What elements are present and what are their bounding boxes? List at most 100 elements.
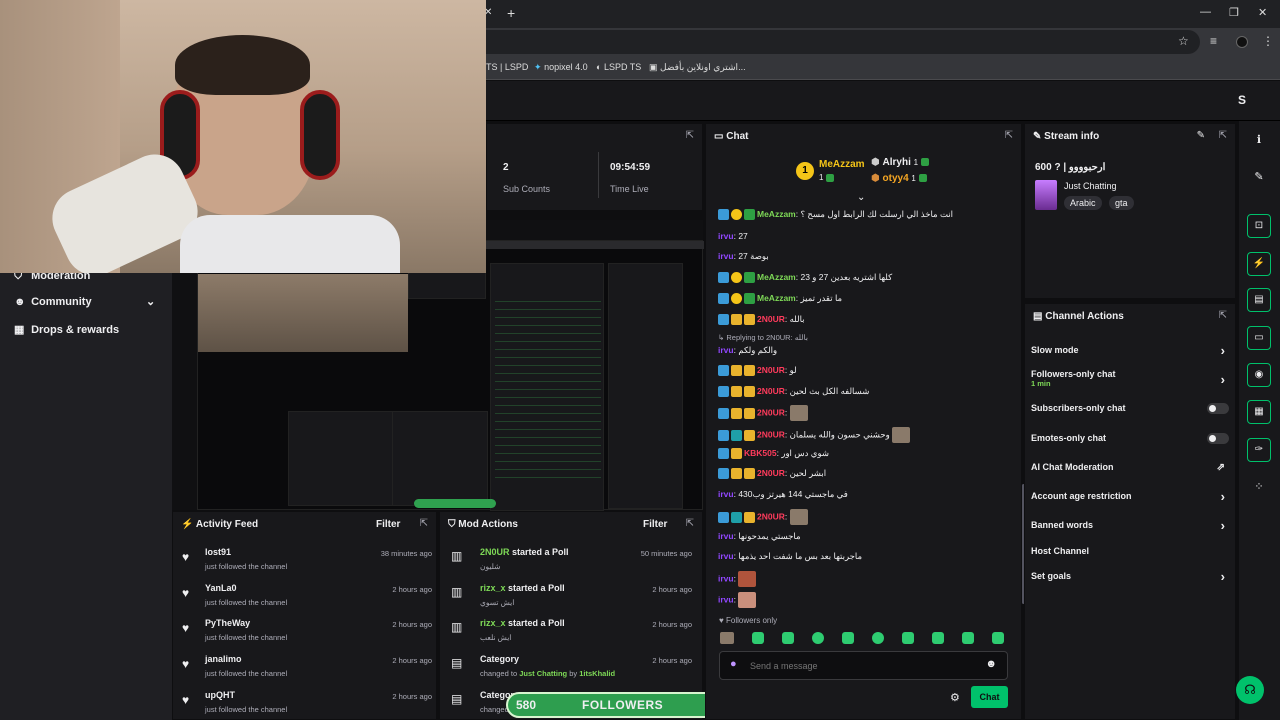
chat-username[interactable]: 2N0UR xyxy=(757,429,785,439)
chat-username[interactable]: 2N0UR xyxy=(757,468,785,478)
channel-action-subscribers-only[interactable]: Subscribers-only chat xyxy=(1031,403,1229,415)
popout-icon[interactable]: ⇱ xyxy=(686,130,694,141)
chat-message[interactable]: KBK505: شوي دس اور xyxy=(718,448,829,460)
channel-action-followers-only[interactable]: Followers-only chat 1 min › xyxy=(1031,369,1229,391)
chat-message[interactable]: MeAzzam: كلها اشتريه بعدين 27 و 23 xyxy=(718,272,892,284)
channel-action-banned-words[interactable]: Banned words › xyxy=(1031,518,1229,533)
top-gifter-name[interactable]: MeAzzam xyxy=(819,159,865,170)
chat-username[interactable]: irvu xyxy=(718,345,734,355)
chat-input[interactable] xyxy=(750,658,970,674)
popout-icon[interactable]: ⇱ xyxy=(686,518,694,529)
emote-button[interactable] xyxy=(752,632,764,644)
profile-avatar[interactable] xyxy=(1236,36,1248,48)
popout-icon[interactable]: ⇱ xyxy=(1005,130,1013,141)
popout-icon[interactable]: ⇱ xyxy=(420,518,428,529)
bookmark-item[interactable]: ✦ nopixel 4.0 xyxy=(534,62,588,73)
chat-message[interactable]: 2N0UR: xyxy=(718,509,808,525)
rail-button-chat[interactable]: ▭ xyxy=(1247,326,1271,350)
emote-button[interactable] xyxy=(842,632,854,644)
chat-message[interactable]: MeAzzam: انت ماخذ الي ارسلت لك الرابط او… xyxy=(718,209,953,221)
emote-button[interactable] xyxy=(962,632,974,644)
close-window-icon[interactable]: ✕ xyxy=(1258,6,1267,19)
microphone-icon[interactable]: ● xyxy=(730,658,737,670)
channel-action-emotes-only[interactable]: Emotes-only chat xyxy=(1031,433,1229,445)
chat-username[interactable]: irvu xyxy=(718,551,734,561)
chat-message[interactable]: irvu: 27 xyxy=(718,231,748,241)
chat-username[interactable]: irvu xyxy=(718,573,734,583)
chat-message[interactable]: irvu: بوصة 27 xyxy=(718,251,769,262)
rail-button-notes[interactable]: ▤ xyxy=(1247,288,1271,312)
top-gifter-name[interactable]: Alryhi xyxy=(883,157,911,168)
maximize-icon[interactable]: ❐ xyxy=(1229,6,1239,19)
chat-username[interactable]: MeAzzam xyxy=(757,293,796,303)
chat-username[interactable]: MeAzzam xyxy=(757,209,796,219)
chat-username[interactable]: irvu xyxy=(718,251,734,261)
chat-message[interactable]: MeAzzam: ما تقدر تميز xyxy=(718,293,842,305)
emote-button[interactable] xyxy=(720,632,734,644)
rail-button-ads[interactable]: ⚡ xyxy=(1247,252,1271,276)
subscribers-only-toggle[interactable] xyxy=(1207,403,1229,414)
channel-action-account-age[interactable]: Account age restriction › xyxy=(1031,489,1229,504)
channel-action-set-goals[interactable]: Set goals › xyxy=(1031,569,1229,584)
chat-message[interactable]: irvu: ماجستي يمدحونها xyxy=(718,531,801,542)
chat-send-button[interactable]: Chat xyxy=(971,686,1008,708)
chat-username[interactable]: irvu xyxy=(718,531,734,541)
popout-icon[interactable]: ⇱ xyxy=(1219,130,1227,141)
emote-button[interactable] xyxy=(932,632,944,644)
chat-input-box[interactable]: ● ☻ xyxy=(719,651,1008,680)
chat-message[interactable]: irvu: xyxy=(718,592,757,608)
popout-icon[interactable]: ⇱ xyxy=(1219,310,1227,321)
chat-username[interactable]: irvu xyxy=(718,489,734,499)
pencil-icon[interactable]: ✎ xyxy=(1251,170,1267,186)
settings-gear-icon[interactable]: ⚙ xyxy=(950,691,960,704)
stream-category[interactable]: Just Chatting xyxy=(1064,181,1117,191)
rail-button-clip[interactable]: ⊡ xyxy=(1247,214,1271,238)
chat-message[interactable]: 2N0UR: لو xyxy=(718,365,797,377)
emotes-only-toggle[interactable] xyxy=(1207,433,1229,444)
new-tab-icon[interactable]: + xyxy=(507,5,515,21)
channel-action-host[interactable]: Host Channel xyxy=(1031,546,1229,558)
emote-button[interactable] xyxy=(872,632,884,644)
rail-button-broadcast[interactable]: ◉ xyxy=(1247,363,1271,387)
extensions-icon[interactable]: ⁘ xyxy=(1251,480,1267,496)
menu-icon[interactable]: ⋮ xyxy=(1262,34,1274,48)
star-icon[interactable]: ☆ xyxy=(1178,34,1189,48)
chat-message[interactable]: irvu: ماجربتها بعد بس ما شفت احد يذمها xyxy=(718,551,862,562)
extensions-icon[interactable]: ≡ xyxy=(1210,34,1217,48)
help-button[interactable]: ☊ xyxy=(1236,676,1264,704)
top-gifter-name[interactable]: otyy4 xyxy=(883,173,909,184)
chat-message[interactable]: irvu: والكم ولكم xyxy=(718,345,777,356)
chat-username[interactable]: irvu xyxy=(718,594,734,604)
bookmark-item[interactable]: ▣ اشتري اونلاين بأفضل... xyxy=(649,62,746,73)
minimize-icon[interactable]: — xyxy=(1200,6,1211,18)
chat-username[interactable]: 2N0UR xyxy=(757,407,785,417)
chat-username[interactable]: KBK505 xyxy=(744,448,777,458)
filter-button[interactable]: Filter xyxy=(376,519,400,530)
chat-message[interactable]: irvu: xyxy=(718,571,757,587)
chat-username[interactable]: irvu xyxy=(718,231,734,241)
filter-button[interactable]: Filter xyxy=(643,519,667,530)
expand-chevron-icon[interactable]: ⌄ xyxy=(857,192,865,203)
chat-username[interactable]: 2N0UR xyxy=(757,314,785,324)
emote-button[interactable] xyxy=(992,632,1004,644)
chat-username[interactable]: 2N0UR xyxy=(757,511,785,521)
sidebar-item-community[interactable]: ☻ Community ⌄ xyxy=(14,296,155,308)
emoji-icon[interactable]: ☻ xyxy=(985,658,997,670)
emote-button[interactable] xyxy=(782,632,794,644)
sidebar-item-drops[interactable]: ▦ Drops & rewards xyxy=(14,323,119,336)
chat-message[interactable]: 2N0UR: xyxy=(718,405,808,421)
emote-button[interactable] xyxy=(812,632,824,644)
streamer-logo-icon[interactable]: S xyxy=(1234,93,1250,109)
tag-chip[interactable]: gta xyxy=(1109,196,1134,210)
chat-username[interactable]: MeAzzam xyxy=(757,272,796,282)
chat-message[interactable]: 2N0UR: وحشني حسون والله يسلمان xyxy=(718,427,911,443)
rail-button-raid[interactable]: ▦ xyxy=(1247,400,1271,424)
rail-button-tools[interactable]: ✑ xyxy=(1247,438,1271,462)
bookmark-item[interactable]: ◐ LSPD TS xyxy=(596,62,641,72)
bookmark-item[interactable]: TS | LSPD xyxy=(486,62,528,72)
channel-action-ai-moderation[interactable]: AI Chat Moderation ⇗ xyxy=(1031,462,1229,474)
info-icon[interactable]: ℹ xyxy=(1251,133,1267,149)
edit-icon[interactable]: ✎ xyxy=(1197,130,1205,141)
channel-action-slow-mode[interactable]: Slow mode › xyxy=(1031,343,1229,358)
chat-message[interactable]: irvu: في ماجستي 144 هيرتز وب430 xyxy=(718,489,848,500)
